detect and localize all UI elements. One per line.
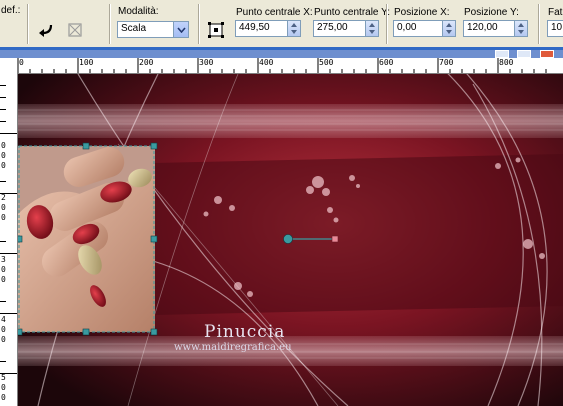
def-label: def.: [1,5,21,16]
center-x-label: Punto centrale X: [236,7,313,18]
fattore-value: 10 [551,22,563,33]
position-y-spinner[interactable] [514,21,527,36]
ruler-label: 0 [1,141,6,150]
ruler-tick [0,241,6,242]
center-y-spinner[interactable] [365,21,378,36]
ruler-tick [0,313,17,314]
ruler-label: 300 [199,58,214,67]
ruler-tick [0,301,6,302]
ruler-label: 4 [1,315,6,324]
toolbar-separator [386,4,387,44]
ruler-tick [0,193,17,194]
document-window-titlebar[interactable] [0,50,563,58]
undo-button[interactable] [35,19,57,41]
ruler-label: 0 [1,393,6,402]
ruler-label: 3 [1,255,6,264]
toolbar-separator [538,4,539,44]
curved-arrow-icon [39,24,53,37]
mode-label: Modalità: [118,6,159,17]
pick-reset-icon [68,23,82,37]
ruler-tick [0,97,6,98]
center-y-input[interactable]: 275,00 [313,20,379,37]
center-x-input[interactable]: 449,50 [235,20,301,37]
position-y-label: Posizione Y: [464,7,519,18]
toolbar-separator [198,4,199,44]
ruler-tick [0,361,6,362]
fattore-input[interactable]: 10 [547,20,563,37]
ruler-label: 100 [79,58,94,67]
position-y-value: 120,00 [467,22,498,33]
position-x-spinner[interactable] [442,21,455,36]
ruler-label: 0 [1,213,6,222]
center-x-spinner[interactable] [287,21,300,36]
horizontal-ruler: 0 100 200 300 400 500 600 700 800 [0,58,563,74]
ruler-label: 400 [259,58,274,67]
ruler-tick [0,373,17,374]
close-button[interactable] [540,50,554,58]
center-point-icon [208,22,224,38]
fattore-label: Fat [548,7,563,18]
ruler-label: 2 [1,193,6,202]
ruler-label: 500 [319,58,334,67]
ruler-label: 0 [1,265,6,274]
reset-button[interactable] [64,19,86,41]
minimize-button[interactable] [495,50,509,58]
ruler-tick [0,253,17,254]
chevron-down-icon[interactable] [173,22,188,37]
canvas-artwork [18,74,563,406]
toolbar-separator [109,4,110,44]
position-x-input[interactable]: 0,00 [393,20,456,37]
ruler-tick [0,109,6,110]
mode-select[interactable]: Scala [117,21,189,38]
ruler-label: 600 [379,58,394,67]
tool-options-bar: def.: Modalità: Scala Punto centrale X: [0,0,563,51]
center-button[interactable] [205,19,227,41]
ruler-label: 0 [1,151,6,160]
ruler-label: 700 [439,58,454,67]
ruler-label: 200 [139,58,154,67]
maximize-button[interactable] [517,50,531,58]
ruler-label: 0 [1,335,6,344]
vertical-ruler: 0 0 0 2 0 0 3 0 0 4 0 0 5 0 0 [0,73,18,406]
position-x-value: 0,00 [397,22,417,33]
position-y-input[interactable]: 120,00 [463,20,528,37]
toolbar-separator [27,4,28,44]
image-canvas[interactable]: Pinuccia www.maidiregrafica.eu [18,74,563,406]
center-y-value: 275,00 [317,22,348,33]
center-y-label: Punto centrale Y: [314,7,390,18]
ruler-label: 0 [1,203,6,212]
ruler-label: 0 [1,161,6,170]
center-x-value: 449,50 [239,22,270,33]
ruler-label: 0 [1,275,6,284]
watermark-url: www.maidiregrafica.eu [174,342,292,353]
watermark-title: Pinuccia [204,322,286,342]
ruler-tick [0,121,6,122]
ruler-tick [0,133,17,134]
position-x-label: Posizione X: [394,7,450,18]
ruler-label: 0 [19,58,24,67]
mode-select-value: Scala [121,23,147,34]
ruler-label: 0 [1,325,6,334]
ruler-tick [0,181,6,182]
ruler-label: 0 [1,383,6,392]
ruler-label: 800 [499,58,514,67]
ruler-tick [0,85,6,86]
ruler-label: 5 [1,373,6,382]
